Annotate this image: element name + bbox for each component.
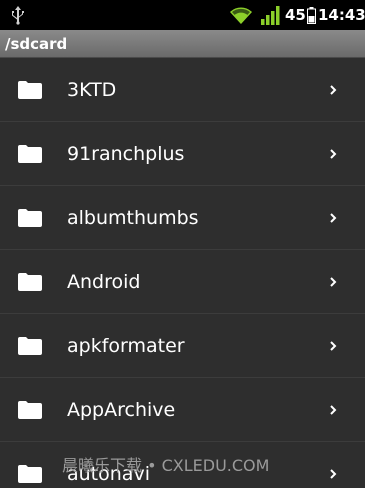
folder-icon — [18, 273, 42, 291]
folder-name: albumthumbs — [67, 207, 199, 229]
folder-name: 91ranchplus — [67, 143, 185, 165]
folder-icon — [18, 145, 42, 163]
folder-item-albumthumbs[interactable]: albumthumbs — [0, 186, 365, 250]
chevron-right-icon — [330, 149, 337, 159]
chevron-right-icon — [330, 277, 337, 287]
chevron-right-icon — [330, 213, 337, 223]
status-clock: 14:43 — [318, 6, 365, 24]
battery-level: 45 — [285, 6, 306, 24]
wifi-icon — [230, 7, 252, 25]
folder-icon — [18, 81, 42, 99]
folder-name: apkformater — [67, 335, 185, 357]
chevron-right-icon — [330, 469, 337, 479]
folder-list[interactable]: 3KTD 91ranchplus albumthumbs Android apk… — [0, 58, 365, 488]
folder-icon — [18, 337, 42, 355]
folder-name: Android — [67, 271, 141, 293]
watermark: 晨曦乐下载 • CXLEDU.COM — [62, 456, 270, 475]
path-bar: /sdcard — [0, 30, 365, 58]
folder-item-3ktd[interactable]: 3KTD — [0, 58, 365, 122]
current-path: /sdcard — [5, 35, 68, 53]
chevron-right-icon — [330, 85, 337, 95]
folder-name: AppArchive — [67, 399, 176, 421]
folder-icon — [18, 465, 42, 483]
usb-icon — [12, 6, 24, 25]
chevron-right-icon — [330, 405, 337, 415]
folder-item-apparchive[interactable]: AppArchive — [0, 378, 365, 442]
folder-icon — [18, 209, 42, 227]
chevron-right-icon — [330, 341, 337, 351]
signal-icon — [261, 6, 280, 25]
folder-item-apkformater[interactable]: apkformater — [0, 314, 365, 378]
folder-name: 3KTD — [67, 79, 117, 101]
folder-item-91ranchplus[interactable]: 91ranchplus — [0, 122, 365, 186]
battery-icon — [307, 7, 316, 24]
folder-item-android[interactable]: Android — [0, 250, 365, 314]
folder-icon — [18, 401, 42, 419]
status-bar: 45 14:43 — [0, 0, 365, 30]
